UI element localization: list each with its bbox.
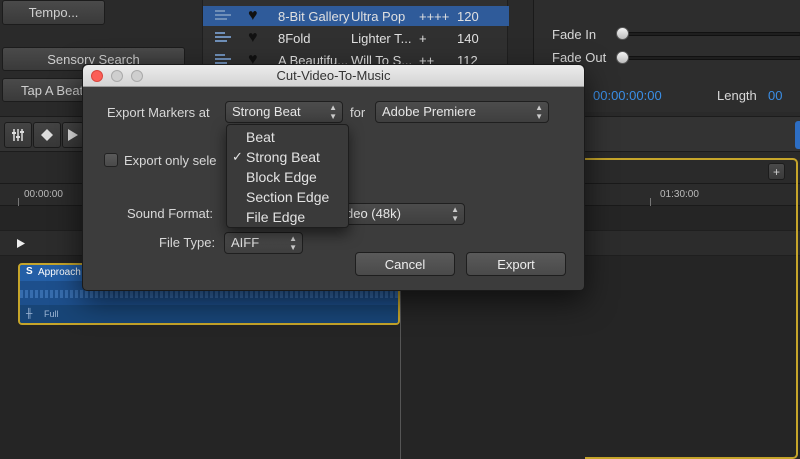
dialog-title: Cut-Video-To-Music: [276, 68, 391, 83]
ruler-start-label: 00:00:00: [24, 189, 63, 200]
track-row[interactable]: ♥ 8Fold Lighter T... + 140: [203, 28, 509, 48]
export-label: Export: [497, 256, 535, 272]
menu-item-label: Beat: [246, 129, 275, 145]
export-only-label: Export only sele: [124, 153, 217, 168]
track-row[interactable]: ♥ 8-Bit Gallery Ultra Pop ++++ 120: [203, 6, 509, 26]
menu-item-label: Strong Beat: [246, 149, 320, 165]
mixer-small-icon: ╫: [26, 308, 33, 318]
track-genre: Ultra Pop: [351, 8, 406, 24]
file-type-label: File Type:: [159, 235, 216, 250]
intensity-bars-icon: [215, 10, 233, 22]
menu-item-block-edge[interactable]: Block Edge: [227, 167, 348, 187]
dialog-titlebar: Cut-Video-To-Music: [83, 65, 584, 87]
sound-format-value: deo (48k): [346, 206, 401, 221]
view-toggle-button[interactable]: [795, 121, 800, 149]
start-timecode: 00:00:00:00: [593, 88, 662, 103]
track-list: ♥ 8-Bit Gallery Ultra Pop ++++ 120 ♥ 8Fo…: [202, 0, 509, 68]
menu-item-label: File Edge: [246, 209, 306, 225]
minimize-icon: [111, 70, 123, 82]
cancel-button[interactable]: Cancel: [355, 252, 455, 276]
export-target-select[interactable]: Adobe Premiere ▲ ▼: [375, 101, 549, 123]
export-button[interactable]: Export: [466, 252, 566, 276]
fade-in-slider-knob[interactable]: [616, 27, 629, 40]
menu-item-strong-beat[interactable]: ✓ Strong Beat: [227, 147, 348, 167]
fade-out-slider-knob[interactable]: [616, 51, 629, 64]
close-icon[interactable]: [91, 70, 103, 82]
sound-format-label: Sound Format:: [127, 206, 213, 221]
marker-diamond-icon[interactable]: [33, 122, 61, 148]
menu-item-label: Block Edge: [246, 169, 317, 185]
heart-icon[interactable]: ♥: [248, 29, 258, 47]
ruler-tick: [18, 198, 19, 206]
tap-a-beat-button[interactable]: Tap A Beat: [2, 78, 92, 102]
length-timecode: 00: [768, 88, 783, 103]
menu-item-beat[interactable]: Beat: [227, 127, 348, 147]
fade-in-label: Fade In: [552, 27, 597, 42]
play-icon[interactable]: [62, 122, 84, 148]
fade-in-slider[interactable]: [620, 32, 800, 36]
selection-frame: [585, 158, 798, 459]
tap-a-beat-label: Tap A Beat: [21, 82, 84, 98]
chevron-updown-icon: ▲ ▼: [535, 103, 543, 121]
file-type-select[interactable]: AIFF ▲ ▼: [224, 232, 303, 254]
menu-item-label: Section Edge: [246, 189, 330, 205]
clip-footer-label: Full: [44, 309, 59, 319]
tempo-button-label: Tempo...: [28, 5, 79, 20]
file-type-value: AIFF: [231, 235, 260, 250]
track-intensity: +: [419, 30, 427, 46]
chevron-updown-icon: ▲ ▼: [289, 234, 297, 252]
track-intensity: ++++: [419, 8, 450, 24]
chevron-updown-icon: ▲ ▼: [451, 205, 459, 223]
intensity-bars-icon: [215, 32, 233, 44]
export-markers-value: Strong Beat: [232, 104, 301, 119]
track-bpm: 140: [457, 30, 479, 46]
heart-icon[interactable]: ♥: [248, 7, 258, 25]
export-markers-menu: Beat ✓ Strong Beat Block Edge Section Edg…: [226, 124, 349, 228]
export-markers-select[interactable]: Strong Beat ▲ ▼: [225, 101, 343, 123]
for-label: for: [350, 105, 366, 120]
fade-out-label: Fade Out: [552, 50, 607, 65]
clip-s-icon: S: [26, 266, 33, 277]
tempo-button[interactable]: Tempo...: [2, 0, 105, 25]
track-genre: Lighter T...: [351, 30, 412, 46]
chevron-updown-icon: ▲ ▼: [329, 103, 337, 121]
menu-item-file-edge[interactable]: File Edge: [227, 207, 348, 227]
track-name: 8Fold: [278, 30, 311, 46]
menu-item-section-edge[interactable]: Section Edge: [227, 187, 348, 207]
checkmark-icon: ✓: [232, 149, 243, 164]
clip-footer: ╫ Full: [20, 305, 398, 323]
clip-title: Approach: [38, 267, 81, 278]
export-target-value: Adobe Premiere: [382, 104, 476, 119]
marker-arrow-icon: [17, 239, 25, 248]
zoom-icon: [131, 70, 143, 82]
mixer-icon[interactable]: [4, 122, 32, 148]
length-label: Length: [717, 88, 757, 103]
track-name: 8-Bit Gallery: [278, 8, 350, 24]
export-markers-label: Export Markers at: [107, 105, 210, 120]
track-bpm: 120: [457, 8, 479, 24]
cancel-label: Cancel: [384, 256, 426, 272]
fade-out-slider[interactable]: [620, 56, 800, 60]
export-only-checkbox[interactable]: [104, 153, 118, 167]
